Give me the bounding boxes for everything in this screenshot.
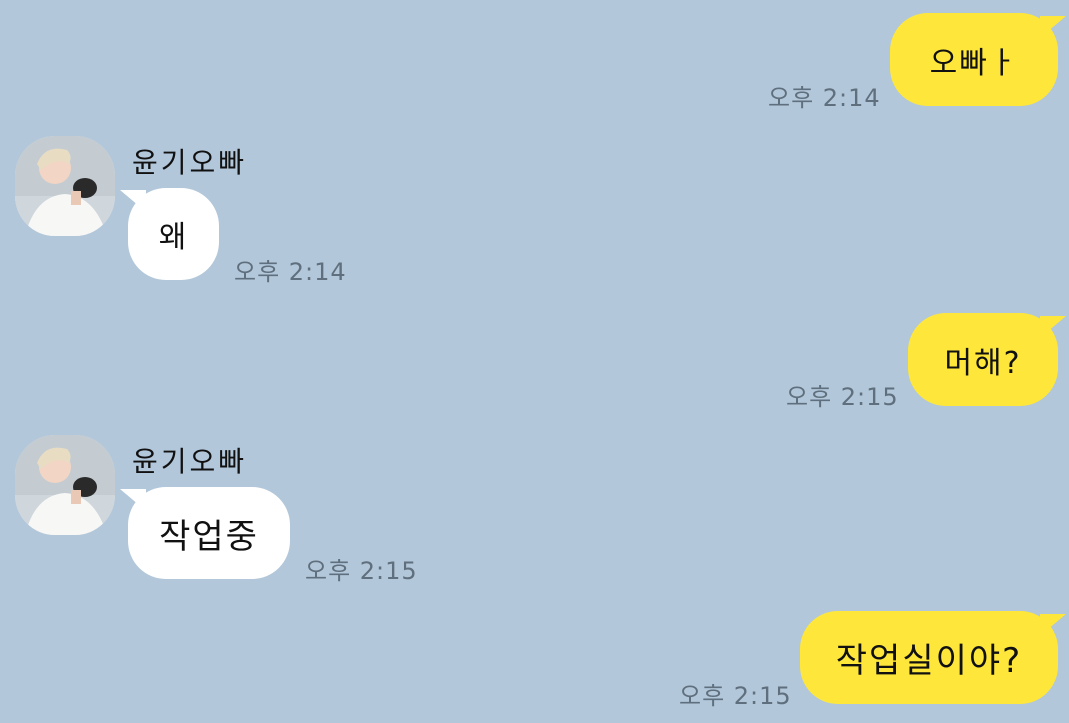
avatar-photo-icon — [15, 136, 115, 236]
message-bubble-mine[interactable]: 머해? — [908, 313, 1058, 406]
message-text: 왜 — [158, 220, 189, 255]
chat-screen: { "chat": { "contact_name": "윤기오빠", "mes… — [0, 0, 1069, 723]
message-time: 오후 2:15 — [305, 557, 418, 585]
message-time: 오후 2:15 — [786, 383, 899, 411]
avatar[interactable] — [15, 136, 115, 236]
message-bubble-theirs[interactable]: 작업중 — [128, 487, 290, 579]
message-text: 작업실이야? — [835, 641, 1023, 681]
message-text: 오빠ㅏ — [929, 45, 1019, 81]
bubble-tail — [1040, 316, 1066, 338]
bubble-tail — [1040, 614, 1066, 636]
message-time: 오후 2:14 — [768, 84, 881, 112]
message-text: 머해? — [944, 345, 1022, 381]
avatar-photo-icon — [15, 435, 115, 535]
avatar[interactable] — [15, 435, 115, 535]
message-time: 오후 2:14 — [234, 258, 347, 286]
message-time: 오후 2:15 — [679, 682, 792, 710]
message-bubble-mine[interactable]: 작업실이야? — [800, 611, 1058, 704]
bubble-tail — [1040, 16, 1066, 38]
bubble-tail — [120, 190, 146, 212]
contact-name: 윤기오빠 — [132, 146, 248, 179]
bubble-tail — [120, 489, 146, 511]
contact-name: 윤기오빠 — [132, 445, 248, 478]
message-bubble-mine[interactable]: 오빠ㅏ — [890, 13, 1058, 106]
message-text: 작업중 — [159, 516, 259, 557]
